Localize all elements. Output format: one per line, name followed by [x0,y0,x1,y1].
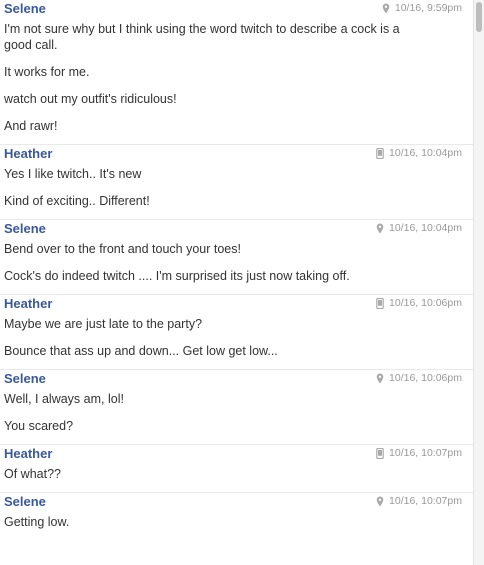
message-header: Selene 10/16, 10:04pm [4,220,466,237]
message-timestamp: 10/16, 10:07pm [389,447,462,459]
sender-name[interactable]: Selene [4,494,46,509]
message-timestamp: 10/16, 10:06pm [389,372,462,384]
message-group: Heather 10/16, 10:06pm Maybe we are just… [0,294,474,359]
message-timestamp: 10/16, 10:04pm [389,147,462,159]
message-text: Well, I always am, lol! [4,392,124,406]
sender-name[interactable]: Selene [4,1,46,16]
message-group: Selene 10/16, 10:07pm Getting low. [0,492,474,530]
message-text: watch out my outfit's ridiculous! [4,92,177,106]
message-text: Getting low. [4,515,70,529]
message-group: Heather 10/16, 10:07pm Of what?? [0,444,474,482]
message-text: It works for me. [4,65,90,79]
message-group: Selene 10/16, 9:59pm I'm not sure why bu… [0,0,474,134]
location-pin-icon[interactable] [382,3,390,14]
message-header: Heather 10/16, 10:07pm [4,445,466,462]
location-pin-icon[interactable] [376,496,384,507]
sender-name[interactable]: Heather [4,296,52,311]
message-group: Heather 10/16, 10:04pm Yes I like twitch… [0,144,474,209]
sender-name[interactable]: Selene [4,221,46,236]
vertical-scrollbar[interactable] [473,0,484,565]
message-group: Selene 10/16, 10:06pm Well, I always am,… [0,369,474,434]
message-header: Selene 10/16, 10:06pm [4,370,466,387]
message-group: Selene 10/16, 10:04pm Bend over to the f… [0,219,474,284]
message-timestamp: 10/16, 10:06pm [389,297,462,309]
message-text: Bend over to the front and touch your to… [4,242,241,256]
mobile-phone-icon[interactable] [376,147,384,159]
message-timestamp: 10/16, 10:07pm [389,495,462,507]
message-text: Bounce that ass up and down... Get low g… [4,344,278,358]
message-text: Yes I like twitch.. It's new [4,167,142,181]
message-meta: 10/16, 9:59pm [382,2,462,14]
message-text: And rawr! [4,119,58,133]
mobile-phone-icon[interactable] [376,297,384,309]
message-text: I'm not sure why but I think using the w… [4,22,400,52]
mobile-phone-icon[interactable] [376,447,384,459]
sender-name[interactable]: Heather [4,146,52,161]
message-meta: 10/16, 10:04pm [376,222,462,234]
message-meta: 10/16, 10:04pm [376,147,462,159]
message-header: Heather 10/16, 10:04pm [4,145,466,162]
message-text: Of what?? [4,467,61,481]
message-text: Kind of exciting.. Different! [4,194,150,208]
message-header: Heather 10/16, 10:06pm [4,295,466,312]
message-text: Cock's do indeed twitch .... I'm surpris… [4,269,350,283]
sender-name[interactable]: Selene [4,371,46,386]
message-header: Selene 10/16, 10:07pm [4,493,466,510]
message-meta: 10/16, 10:06pm [376,372,462,384]
message-meta: 10/16, 10:07pm [376,495,462,507]
message-header: Selene 10/16, 9:59pm [4,0,466,17]
message-text: Maybe we are just late to the party? [4,317,203,331]
location-pin-icon[interactable] [376,223,384,234]
message-timestamp: 10/16, 10:04pm [389,222,462,234]
message-thread: Selene 10/16, 9:59pm I'm not sure why bu… [0,0,474,565]
message-meta: 10/16, 10:06pm [376,297,462,309]
message-meta: 10/16, 10:07pm [376,447,462,459]
sender-name[interactable]: Heather [4,446,52,461]
location-pin-icon[interactable] [376,373,384,384]
message-text: You scared? [4,419,74,433]
message-timestamp: 10/16, 9:59pm [394,2,462,14]
scrollbar-thumb[interactable] [476,2,482,32]
